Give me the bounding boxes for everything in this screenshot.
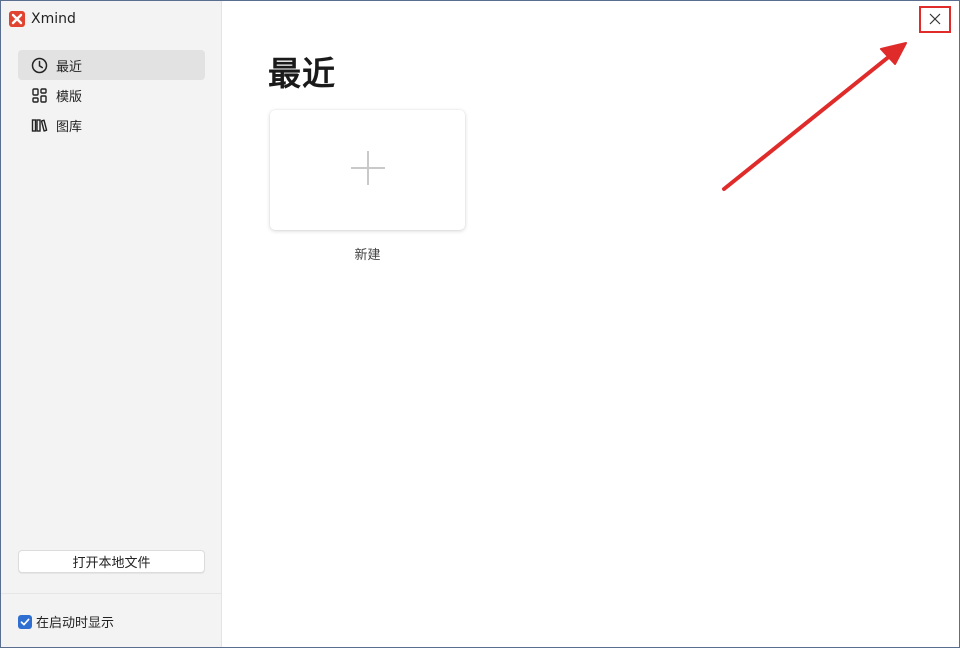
- xmind-window: Xmind 最近 模版 图库 打开本地文件 在启动时显示 最近 新建: [0, 0, 960, 648]
- new-file-label: 新建: [354, 248, 381, 263]
- open-local-file-button[interactable]: 打开本地文件: [18, 550, 205, 573]
- clock-icon: [31, 57, 48, 74]
- close-window-button[interactable]: [919, 6, 951, 33]
- app-name: Xmind: [31, 11, 76, 27]
- show-on-startup-checkbox[interactable]: [18, 614, 32, 629]
- library-books-icon: [31, 117, 48, 134]
- sidebar-nav: 最近 模版 图库: [18, 50, 205, 140]
- sidebar-item-templates[interactable]: 模版: [18, 80, 205, 110]
- sidebar: Xmind 最近 模版 图库 打开本地文件 在启动时显示: [1, 1, 222, 647]
- app-title-bar: Xmind: [9, 9, 76, 29]
- plus-icon: [350, 150, 386, 190]
- sidebar-item-library[interactable]: 图库: [18, 110, 205, 140]
- xmind-logo-icon: [9, 11, 25, 27]
- show-on-startup-option[interactable]: 在启动时显示: [18, 612, 114, 631]
- sidebar-item-label: 图库: [56, 119, 83, 135]
- sidebar-item-label: 最近: [56, 59, 83, 75]
- sidebar-item-recent[interactable]: 最近: [18, 50, 205, 80]
- close-icon: [929, 10, 941, 29]
- sidebar-item-label: 模版: [56, 89, 83, 105]
- template-grid-icon: [31, 87, 48, 104]
- show-on-startup-label: 在启动时显示: [36, 616, 115, 631]
- sidebar-divider: [1, 593, 221, 594]
- new-file-card[interactable]: [270, 110, 465, 230]
- page-title: 最近: [268, 54, 336, 93]
- main-content: 最近 新建: [222, 1, 959, 647]
